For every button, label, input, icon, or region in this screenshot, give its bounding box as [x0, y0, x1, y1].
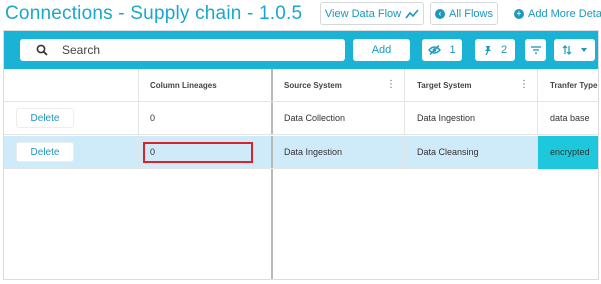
- empty-table-area: [271, 169, 273, 279]
- highlight-box: [143, 142, 253, 163]
- delete-button[interactable]: Delete: [16, 108, 74, 128]
- filter-button[interactable]: [525, 39, 546, 61]
- view-data-flow-label: View Data Flow: [324, 7, 402, 20]
- source-system-cell[interactable]: Data Collection: [284, 102, 345, 134]
- sort-button[interactable]: [554, 39, 595, 61]
- filter-icon: [530, 46, 541, 54]
- delete-button[interactable]: Delete: [16, 142, 74, 162]
- search-icon: [36, 44, 48, 56]
- chevron-left-icon: ‹: [434, 8, 445, 19]
- all-flows-label: All Flows: [448, 7, 493, 20]
- table-row[interactable]: Delete 0 Data Collection Data Ingestion …: [4, 102, 598, 135]
- pinned-columns-count: 2: [500, 44, 508, 56]
- target-column-menu-icon[interactable]: ⋮: [519, 80, 529, 90]
- transfer-type-cell[interactable]: encrypted: [550, 136, 590, 168]
- add-more-details-link[interactable]: + Add More Details: [514, 8, 601, 20]
- trend-line-icon: [405, 8, 419, 18]
- eye-slash-icon: [428, 45, 442, 55]
- caret-down-icon: [581, 48, 587, 52]
- add-button-label: Add: [371, 44, 392, 56]
- column-header-lineages[interactable]: Column Lineages: [150, 69, 217, 101]
- all-flows-button[interactable]: ‹ All Flows: [430, 2, 498, 25]
- pinned-columns-button[interactable]: 2: [475, 39, 515, 61]
- transfer-type-cell[interactable]: data base: [550, 102, 590, 134]
- connections-panel: Add 1 2 Column Lineages Source System ⋮ …: [3, 30, 599, 280]
- view-data-flow-button[interactable]: View Data Flow: [320, 2, 424, 25]
- hidden-columns-button[interactable]: 1: [422, 39, 462, 61]
- sort-icon: [562, 45, 572, 55]
- table-header-row: Column Lineages Source System ⋮ Target S…: [4, 69, 598, 102]
- plus-circle-icon: +: [514, 9, 524, 19]
- search-input[interactable]: [62, 43, 302, 57]
- search-box[interactable]: [20, 39, 345, 61]
- add-button[interactable]: Add: [353, 39, 410, 61]
- target-system-cell[interactable]: Data Ingestion: [417, 102, 475, 134]
- column-lineages-cell[interactable]: 0: [150, 136, 155, 168]
- column-header-source-system[interactable]: Source System: [284, 69, 342, 101]
- target-system-cell[interactable]: Data Cleansing: [417, 136, 479, 168]
- table-row-selected[interactable]: Delete 0 Data Ingestion Data Cleansing e…: [4, 136, 598, 169]
- column-header-target-system[interactable]: Target System: [417, 69, 472, 101]
- page-title: Connections - Supply chain - 1.0.5: [5, 3, 303, 24]
- column-lineages-cell[interactable]: 0: [150, 102, 155, 134]
- source-column-menu-icon[interactable]: ⋮: [386, 80, 396, 90]
- source-system-cell[interactable]: Data Ingestion: [284, 136, 342, 168]
- pin-icon: [484, 45, 491, 55]
- toolbar: Add 1 2: [4, 31, 598, 69]
- add-more-details-label: Add More Details: [528, 8, 601, 20]
- hidden-columns-count: 1: [449, 44, 456, 56]
- column-header-transfer-type[interactable]: Tranfer Type: [550, 69, 597, 101]
